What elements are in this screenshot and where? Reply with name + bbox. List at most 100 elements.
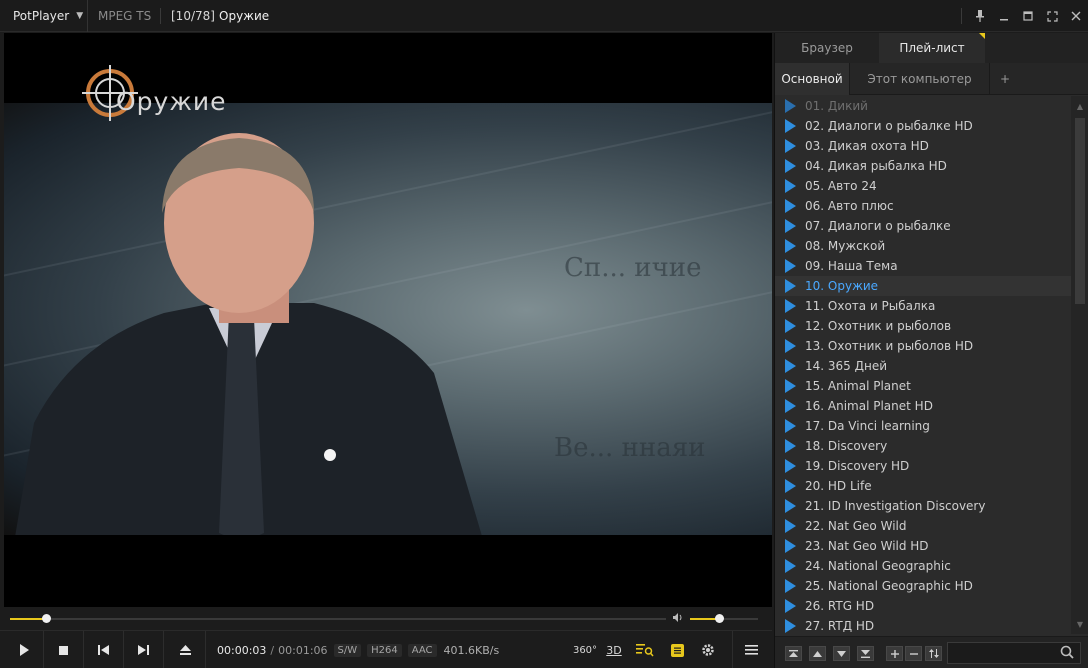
move-down-button[interactable]: [833, 646, 850, 661]
scroll-down-icon[interactable]: ▼: [1071, 616, 1088, 632]
sw-decoder-badge[interactable]: S/W: [333, 644, 362, 657]
play-icon: [785, 539, 796, 553]
playlist-item-label: 11. Охота и Рыбалка: [805, 299, 936, 313]
playlist-item[interactable]: 12. Охотник и рыболов: [775, 316, 1071, 336]
tab-playlist[interactable]: Плей-лист: [879, 33, 985, 63]
audio-codec-badge[interactable]: AAC: [407, 644, 437, 657]
playlist-item[interactable]: 27. RTД HD: [775, 616, 1071, 634]
volume-slider[interactable]: [690, 614, 758, 623]
sort-button[interactable]: [925, 646, 942, 661]
play-button[interactable]: [4, 631, 44, 668]
playlist-item[interactable]: 25. National Geographic HD: [775, 576, 1071, 596]
subtab-this-computer[interactable]: Этот компьютер: [850, 63, 990, 95]
scroll-thumb[interactable]: [1075, 118, 1085, 304]
playlist-item[interactable]: 16. Animal Planet HD: [775, 396, 1071, 416]
hamburger-icon: [745, 645, 758, 655]
minus-icon: [909, 652, 918, 655]
video-area[interactable]: Сп... ичие Ве... ннаяи Оружие: [4, 33, 772, 607]
playlist-scrollbar[interactable]: ▲ ▼: [1071, 96, 1088, 634]
eject-button[interactable]: [166, 631, 206, 668]
playlist-item[interactable]: 01. Дикий: [775, 96, 1071, 116]
play-icon: [785, 399, 796, 413]
close-icon[interactable]: [1064, 0, 1088, 32]
previous-button[interactable]: [84, 631, 124, 668]
settings-button[interactable]: [697, 631, 719, 668]
playlist-search-button[interactable]: [634, 631, 656, 668]
playlist-toggle-button[interactable]: [666, 631, 688, 668]
stereo-3d-label: 3D: [606, 643, 622, 657]
playlist-item[interactable]: 03. Дикая охота HD: [775, 136, 1071, 156]
video-codec-badge[interactable]: H264: [367, 644, 402, 657]
move-down-icon: [837, 650, 846, 657]
list-search-icon: [636, 644, 654, 657]
divider: [961, 8, 962, 24]
playlist-item[interactable]: 04. Дикая рыбалка HD: [775, 156, 1071, 176]
next-button[interactable]: [124, 631, 164, 668]
playlist-item[interactable]: 26. RTG HD: [775, 596, 1071, 616]
move-up-icon: [813, 650, 822, 657]
playlist-item[interactable]: 07. Диалоги о рыбалке: [775, 216, 1071, 236]
playlist-item[interactable]: 06. Авто плюс: [775, 196, 1071, 216]
add-tab-button[interactable]: +: [990, 63, 1020, 95]
playlist-search-input[interactable]: [947, 642, 1081, 664]
playlist-item[interactable]: 09. Наша Тема: [775, 256, 1071, 276]
play-icon: [785, 99, 796, 113]
playlist-item[interactable]: 14. 365 Дней: [775, 356, 1071, 376]
play-icon: [785, 159, 796, 173]
playlist-item-label: 07. Диалоги о рыбалке: [805, 219, 951, 233]
time-display: 00:00:03 / 00:01:06 S/W H264 AAC 401.6KB…: [217, 644, 499, 657]
add-item-button[interactable]: [886, 646, 903, 661]
tab-browser[interactable]: Браузер: [775, 33, 879, 63]
volume-handle[interactable]: [714, 614, 724, 623]
remove-item-button[interactable]: [905, 646, 922, 661]
playlist-item-label: 16. Animal Planet HD: [805, 399, 933, 413]
playlist-item[interactable]: 11. Охота и Рыбалка: [775, 296, 1071, 316]
stop-icon: [59, 645, 68, 655]
play-icon: [785, 259, 796, 273]
vr-360-label: 360°: [572, 644, 598, 656]
playlist-item-current[interactable]: 10. Оружие: [775, 276, 1071, 296]
seek-handle[interactable]: [42, 614, 52, 623]
playlist-item[interactable]: 02. Диалоги о рыбалке HD: [775, 116, 1071, 136]
scroll-up-icon[interactable]: ▲: [1071, 98, 1088, 114]
playlist-item-label: 09. Наша Тема: [805, 259, 898, 273]
playlist-item[interactable]: 20. HD Life: [775, 476, 1071, 496]
playlist-item-label: 01. Дикий: [805, 99, 868, 113]
add-tab-label: +: [999, 72, 1011, 86]
playlist-item-label: 13. Охотник и рыболов HD: [805, 339, 974, 353]
playlist-item[interactable]: 05. Авто 24: [775, 176, 1071, 196]
title-bar: PotPlayer ▼ MPEG TS [10/78] Оружие: [0, 0, 1088, 32]
move-up-button[interactable]: [809, 646, 826, 661]
playlist-item[interactable]: 13. Охотник и рыболов HD: [775, 336, 1071, 356]
seek-bar[interactable]: [10, 614, 666, 623]
seek-row: [4, 610, 772, 628]
playlist-item[interactable]: 21. ID Investigation Discovery: [775, 496, 1071, 516]
move-bottom-button[interactable]: [857, 646, 874, 661]
playlist-item[interactable]: 17. Da Vinci learning: [775, 416, 1071, 436]
playlist-item[interactable]: 15. Animal Planet: [775, 376, 1071, 396]
stereo-3d-button[interactable]: 3D: [603, 631, 625, 668]
subtab-main-label: Основной: [781, 72, 843, 86]
maximize-icon[interactable]: [1016, 0, 1040, 32]
stop-button[interactable]: [44, 631, 84, 668]
playlist-item-label: 27. RTД HD: [805, 619, 875, 633]
playlist-item[interactable]: 19. Discovery HD: [775, 456, 1071, 476]
playlist-item-label: 02. Диалоги о рыбалке HD: [805, 119, 973, 133]
playlist-item[interactable]: 18. Discovery: [775, 436, 1071, 456]
subtab-computer-label: Этот компьютер: [867, 72, 972, 86]
playlist-item-label: 18. Discovery: [805, 439, 888, 453]
volume-icon[interactable]: [672, 612, 684, 626]
playlist-item[interactable]: 22. Nat Geo Wild: [775, 516, 1071, 536]
main-menu-button[interactable]: [732, 631, 770, 668]
minimize-icon[interactable]: [992, 0, 1016, 32]
playlist-item[interactable]: 23. Nat Geo Wild HD: [775, 536, 1071, 556]
app-menu-button[interactable]: PotPlayer ▼: [0, 0, 88, 32]
vr-360-button[interactable]: 360°: [572, 631, 598, 668]
move-top-button[interactable]: [785, 646, 802, 661]
playlist-item[interactable]: 08. Мужской: [775, 236, 1071, 256]
move-top-icon: [789, 649, 798, 657]
pin-icon[interactable]: [968, 0, 992, 32]
subtab-main[interactable]: Основной: [775, 63, 850, 95]
fullscreen-icon[interactable]: [1040, 0, 1064, 32]
playlist-item[interactable]: 24. National Geographic: [775, 556, 1071, 576]
